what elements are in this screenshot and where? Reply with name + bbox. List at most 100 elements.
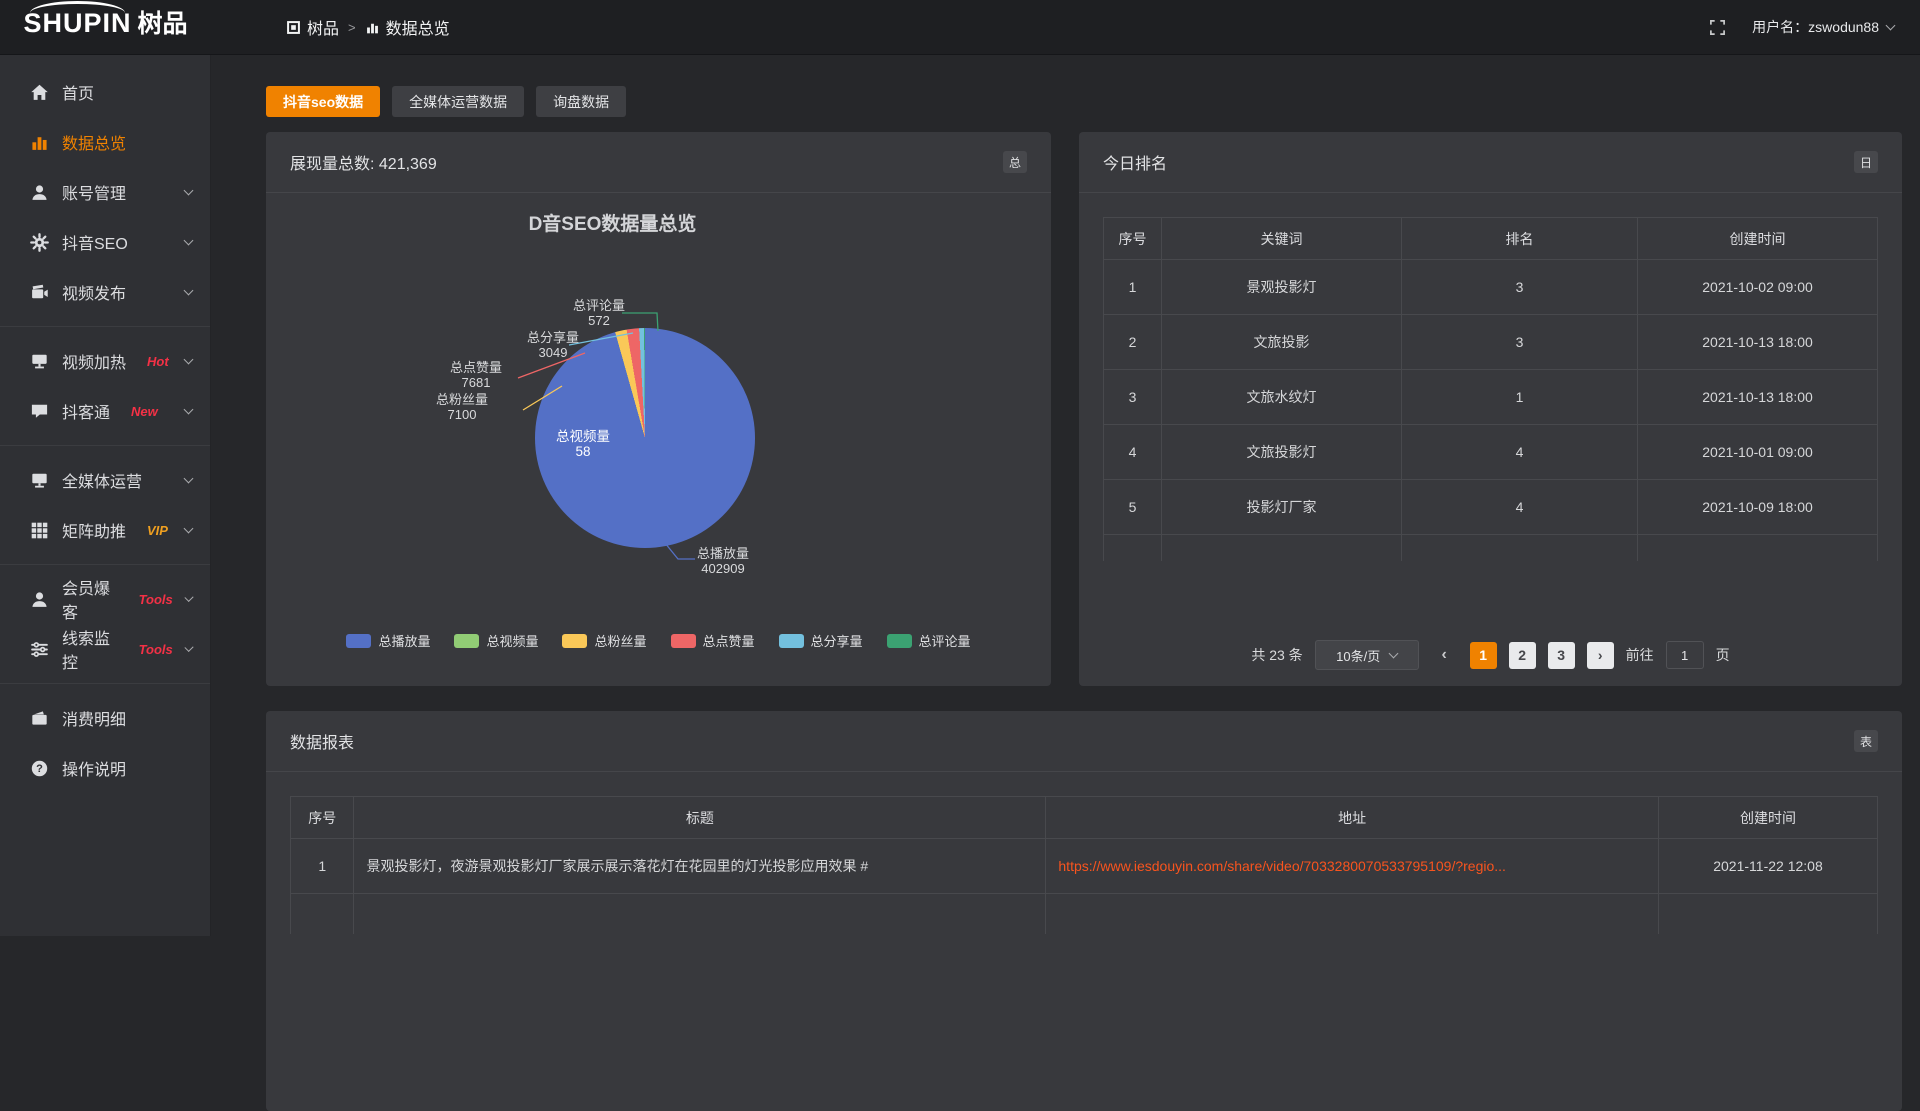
legend-item-likes[interactable]: 总点赞量 xyxy=(671,631,755,650)
cell-keyword: 投影灯厂家 xyxy=(1162,480,1402,535)
chevron-down-icon xyxy=(184,404,194,414)
sidebar-item-media-ops[interactable]: 全媒体运营 xyxy=(0,455,210,505)
chart-legend: 总播放量 总视频量 总粉丝量 总点赞量 总分享量 总评论量 xyxy=(266,631,1051,650)
report-panel-title: 数据报表 xyxy=(290,729,354,753)
sidebar-item-label: 矩阵助推 xyxy=(62,518,126,542)
chat-bubble-icon xyxy=(30,402,49,421)
table-row: 5 投影灯厂家 4 2021-10-09 18:00 xyxy=(1104,480,1878,535)
question-circle-icon: ? xyxy=(30,759,49,778)
sidebar-item-data-overview[interactable]: 数据总览 xyxy=(0,117,210,167)
top-header: SHUPIN 树品 树品 > 数据总览 用户名：zswodun88 xyxy=(0,0,1920,55)
sidebar-item-help[interactable]: ? 操作说明 xyxy=(0,743,210,793)
cell-seq: 4 xyxy=(1104,425,1162,480)
cell-seq: 3 xyxy=(1104,370,1162,425)
video-camera-icon xyxy=(30,283,49,302)
legend-swatch xyxy=(346,634,371,648)
goto-page-input[interactable]: 1 xyxy=(1666,641,1704,669)
sidebar-item-douyin-seo[interactable]: 抖音SEO xyxy=(0,217,210,267)
tools-tag: Tools xyxy=(139,642,173,657)
breadcrumb-label: 树品 xyxy=(307,15,339,39)
sidebar-item-video-publish[interactable]: 视频发布 xyxy=(0,267,210,317)
user-icon xyxy=(30,183,49,202)
sidebar-nav: 首页 数据总览 账号管理 抖音SEO 视频发布 视频加热 Hot 抖客通 New… xyxy=(0,55,211,936)
cell-title: 景观投影灯，夜游景观投影灯厂家展示展示落花灯在花园里的灯光投影应用效果 # xyxy=(354,839,1046,894)
monitor-icon xyxy=(30,352,49,371)
chevron-down-icon xyxy=(184,235,194,245)
cell-keyword: 文旅投影 xyxy=(1162,315,1402,370)
day-badge-button[interactable]: 日 xyxy=(1854,151,1878,173)
ranking-header-row: 序号 关键词 排名 创建时间 xyxy=(1104,218,1878,260)
sidebar-item-label: 抖音SEO xyxy=(62,230,128,254)
tab-inquiry-data[interactable]: 询盘数据 xyxy=(536,86,626,117)
breadcrumb-item-current[interactable]: 数据总览 xyxy=(365,15,450,39)
goto-label: 前往 xyxy=(1626,645,1654,665)
page-button-3[interactable]: 3 xyxy=(1548,642,1575,669)
fullscreen-icon[interactable] xyxy=(1709,19,1726,36)
legend-item-fans[interactable]: 总粉丝量 xyxy=(562,631,646,650)
sidebar-item-label: 会员爆客 xyxy=(62,575,118,623)
total-badge-button[interactable]: 总 xyxy=(1003,151,1027,173)
cell-created: 2021-10-13 18:00 xyxy=(1638,370,1878,425)
cell-rank: 3 xyxy=(1401,260,1637,315)
sidebar-item-label: 视频加热 xyxy=(62,349,126,373)
sidebar-divider xyxy=(0,564,210,565)
grid-icon xyxy=(30,521,49,540)
chevron-down-icon xyxy=(184,592,193,601)
legend-item-videos[interactable]: 总视频量 xyxy=(454,631,538,650)
sidebar-item-clue-monitor[interactable]: 线索监控 Tools xyxy=(0,624,210,674)
page-button-1[interactable]: 1 xyxy=(1470,642,1497,669)
sidebar-item-video-heat[interactable]: 视频加热 Hot xyxy=(0,336,210,386)
sidebar-item-label: 数据总览 xyxy=(62,130,126,154)
pie-label-fans: 总粉丝量7100 xyxy=(416,392,508,422)
sidebar-item-label: 视频发布 xyxy=(62,280,126,304)
sidebar-item-douketong[interactable]: 抖客通 New xyxy=(0,386,210,436)
breadcrumb-label: 数据总览 xyxy=(386,15,450,39)
col-rank: 排名 xyxy=(1401,218,1637,260)
legend-swatch xyxy=(887,634,912,648)
col-keyword: 关键词 xyxy=(1162,218,1402,260)
user-menu[interactable]: 用户名：zswodun88 xyxy=(1752,17,1894,37)
sidebar-divider xyxy=(0,683,210,684)
logo-arc xyxy=(30,1,125,13)
bar-chart-icon xyxy=(30,133,49,152)
username-label: 用户名：zswodun88 xyxy=(1752,17,1879,37)
today-ranking-panel: 今日排名 日 序号 关键词 排名 创建时间 xyxy=(1079,132,1902,686)
sidebar-item-home[interactable]: 首页 xyxy=(0,67,210,117)
svg-text:?: ? xyxy=(36,763,43,775)
chevron-down-icon xyxy=(184,354,194,364)
prev-page-button[interactable]: ‹ xyxy=(1431,642,1458,669)
sidebar-item-matrix-boost[interactable]: 矩阵助推 VIP xyxy=(0,505,210,555)
table-badge-button[interactable]: 表 xyxy=(1854,730,1878,752)
pie-label-videos: 总视频量58 xyxy=(537,429,629,459)
cell-created: 2021-10-09 18:00 xyxy=(1638,480,1878,535)
pagination: 共 23 条 10条/页 ‹ 1 2 3 › 前往 1 页 xyxy=(1103,640,1878,670)
legend-item-plays[interactable]: 总播放量 xyxy=(346,631,430,650)
sidebar-item-member-baoke[interactable]: 会员爆客 Tools xyxy=(0,574,210,624)
table-row-empty xyxy=(1104,535,1878,561)
chevron-down-icon xyxy=(1389,648,1399,658)
header-controls: 用户名：zswodun88 xyxy=(1709,17,1920,37)
sidebar-item-consumption[interactable]: 消费明细 xyxy=(0,693,210,743)
tab-douyin-seo-data[interactable]: 抖音seo数据 xyxy=(266,86,380,117)
cell-url-link[interactable]: https://www.iesdouyin.com/share/video/70… xyxy=(1046,839,1659,894)
col-created: 创建时间 xyxy=(1638,218,1878,260)
page-size-select[interactable]: 10条/页 xyxy=(1315,640,1419,670)
tab-media-ops-data[interactable]: 全媒体运营数据 xyxy=(392,86,524,117)
bar-chart-icon xyxy=(365,20,380,35)
report-header-row: 序号 标题 地址 创建时间 xyxy=(291,797,1878,839)
pie-label-comments: 总评论量572 xyxy=(553,298,645,328)
next-page-button[interactable]: › xyxy=(1587,642,1614,669)
sidebar-item-label: 首页 xyxy=(62,80,94,104)
wallet-icon xyxy=(30,709,49,728)
legend-item-shares[interactable]: 总分享量 xyxy=(779,631,863,650)
cell-seq: 1 xyxy=(1104,260,1162,315)
breadcrumb-item-home[interactable]: 树品 xyxy=(286,15,339,39)
breadcrumb-separator: > xyxy=(348,20,356,35)
legend-item-comments[interactable]: 总评论量 xyxy=(887,631,971,650)
page-button-2[interactable]: 2 xyxy=(1509,642,1536,669)
data-tabs: 抖音seo数据 全媒体运营数据 询盘数据 xyxy=(266,86,1902,117)
cell-keyword: 文旅水纹灯 xyxy=(1162,370,1402,425)
legend-swatch xyxy=(779,634,804,648)
sidebar-item-account[interactable]: 账号管理 xyxy=(0,167,210,217)
data-report-panel: 数据报表 表 序号 标题 地址 创建时间 1 景观投影灯，夜游景观投影灯 xyxy=(266,711,1902,1111)
